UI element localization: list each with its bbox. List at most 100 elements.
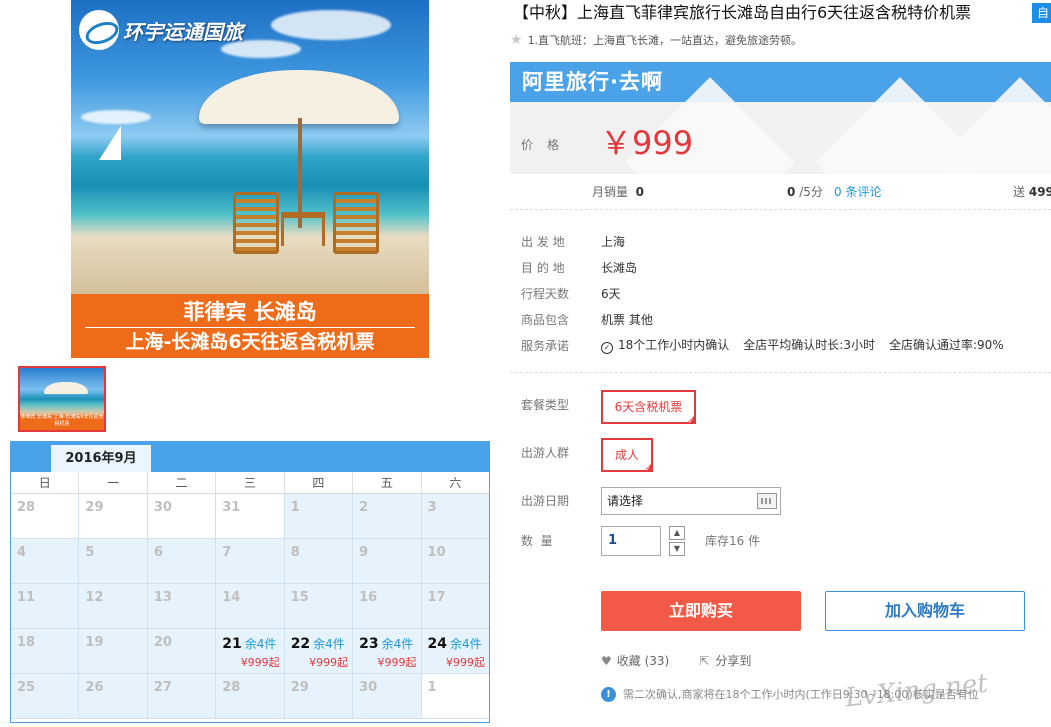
calendar-week-row: 28 29 30 31 1 2 3	[11, 494, 489, 539]
day-stock: 余4件	[450, 637, 482, 651]
product-subtitle: ★ 1.直飞航班：上海直飞长滩，一站直达，避免旅途劳顿。	[510, 32, 802, 48]
share-button[interactable]: ⇱ 分享到	[699, 652, 751, 669]
calendar-day: 28	[216, 674, 285, 719]
calendar-day: 26	[79, 674, 148, 719]
day-number: 14	[222, 590, 241, 605]
quantity-input[interactable]: 1	[601, 526, 661, 556]
day-stock: 余4件	[244, 637, 277, 651]
day-number: 10	[427, 545, 446, 560]
day-number: 3	[427, 500, 437, 515]
calendar-day-available[interactable]: 24 余4件 ¥999起	[421, 629, 489, 674]
favorite-button[interactable]: ♥ 收藏 (33)	[601, 652, 669, 669]
rating: 0 /5分	[787, 183, 823, 200]
day-number: 2	[359, 500, 369, 515]
add-to-cart-button[interactable]: 加入购物车	[825, 591, 1025, 631]
calendar-day: 17	[421, 584, 489, 629]
day-number: 21	[222, 636, 242, 652]
day-number: 16	[359, 590, 378, 605]
product-thumbnail[interactable]: 菲律宾 长滩岛 上海-长滩岛6天往返含税机票	[18, 366, 106, 432]
quantity-increase-button[interactable]: ▲	[669, 526, 685, 540]
calendar-icon[interactable]	[757, 493, 777, 509]
calendar-day: 5	[79, 539, 148, 584]
day-number: 30	[153, 500, 172, 515]
calendar-day: 29	[284, 674, 354, 719]
calendar-day: 30	[353, 674, 422, 719]
check-icon: ✓	[601, 342, 613, 354]
beach-chair	[333, 192, 379, 254]
calendar-day: 20	[147, 629, 217, 674]
beach-table	[281, 212, 325, 246]
share-label: 分享到	[715, 654, 752, 668]
calendar-day: 4	[11, 539, 80, 584]
calendar-week-row: 4 5 6 7 8 9 10	[11, 539, 489, 584]
rating-suffix: /5分	[799, 185, 823, 199]
calendar-day-available[interactable]: 21 余4件 ¥999起	[216, 629, 285, 674]
day-number: 4	[17, 545, 27, 560]
quantity-label: 数 量	[521, 534, 553, 548]
selected-check-icon: ✓	[645, 465, 651, 473]
thumbnail-umbrella	[44, 382, 88, 394]
info-row-promise: 服务承诺 ✓ 18个工作小时内确认 全店平均确认时长:3小时 全店确认通过率:90%	[521, 332, 1018, 358]
destination-value: 长滩岛	[601, 260, 638, 275]
calendar-day: 31	[216, 494, 285, 539]
day-stock: 余4件	[313, 637, 345, 651]
promise-item: 全店平均确认时长:3小时	[743, 338, 875, 352]
day-stock: 余4件	[381, 637, 414, 651]
days-value: 6天	[601, 286, 621, 301]
day-number: 15	[290, 590, 309, 605]
buy-now-button[interactable]: 立即购买	[601, 591, 801, 631]
section-divider	[510, 372, 1051, 373]
weekday-header: 五	[353, 472, 422, 493]
day-number: 8	[290, 545, 300, 560]
calendar-header: 2016年9月	[11, 442, 489, 472]
date-label: 出游日期	[521, 494, 570, 508]
globe-icon	[79, 10, 119, 50]
day-number: 26	[85, 680, 104, 695]
sales-stats: 月销量 0 0 /5分 0 条评论 送 499	[510, 176, 1051, 210]
package-label: 套餐类型	[521, 398, 570, 412]
banner-title: 菲律宾 长滩岛	[183, 299, 317, 324]
calendar-day: 25	[11, 674, 80, 719]
traveler-option[interactable]: 成人 ✓	[601, 438, 653, 473]
reviews-link[interactable]: 0 条评论	[834, 183, 881, 200]
travel-date-input[interactable]: 请选择	[601, 487, 781, 515]
calendar-day: 14	[216, 584, 285, 629]
calendar-month-tab[interactable]: 2016年9月	[51, 445, 151, 472]
package-option[interactable]: 6天含税机票 ✓	[601, 390, 696, 425]
favorite-count: (33)	[644, 654, 670, 668]
price-panel: 阿里旅行·去啊 价格 ￥999	[510, 62, 1051, 174]
monthly-sales-label: 月销量	[592, 185, 629, 199]
day-number: 18	[17, 635, 36, 650]
traveler-option-text: 成人	[614, 448, 639, 462]
destination-label: 目 的 地	[521, 260, 565, 275]
cloud-decoration	[81, 110, 151, 124]
includes-value: 机票 其他	[601, 312, 653, 327]
day-number: 11	[17, 590, 36, 605]
day-number: 31	[222, 500, 241, 515]
info-row-departure: 出 发 地 上海	[521, 228, 1018, 254]
calendar-day: 1	[284, 494, 354, 539]
price-label: 价格	[521, 138, 574, 152]
day-number: 19	[85, 635, 104, 650]
calendar-day-available[interactable]: 22 余4件 ¥999起	[284, 629, 354, 674]
day-number: 28	[222, 680, 241, 695]
day-number: 24	[427, 636, 448, 652]
calendar-day: 12	[79, 584, 148, 629]
star-icon[interactable]: ★	[510, 32, 523, 48]
day-price: ¥999起	[445, 656, 485, 669]
product-main-image[interactable]: 环宇运通国旅 菲律宾 长滩岛 上海-长滩岛6天往返含税机票	[71, 0, 429, 358]
day-price: ¥999起	[377, 656, 417, 669]
day-number: 25	[17, 680, 36, 695]
weekday-header: 三	[216, 472, 285, 493]
promise-item: 全店确认通过率:90%	[888, 338, 1004, 352]
calendar-day: 2	[353, 494, 422, 539]
calendar-week-row: 25 26 27 28 29 30 1	[11, 674, 489, 719]
calendar-day: 10	[421, 539, 489, 584]
calendar-day-available[interactable]: 23 余4件 ¥999起	[353, 629, 422, 674]
quantity-decrease-button[interactable]: ▼	[669, 542, 685, 556]
product-actions: ♥ 收藏 (33) ⇱ 分享到	[601, 652, 751, 669]
package-option-text: 6天含税机票	[614, 400, 683, 414]
calendar-day: 3	[421, 494, 489, 539]
points-value: 499	[1028, 185, 1051, 199]
thumbnail-caption: 菲律宾 长滩岛 上海-长滩岛6天往返含税机票	[20, 414, 104, 427]
